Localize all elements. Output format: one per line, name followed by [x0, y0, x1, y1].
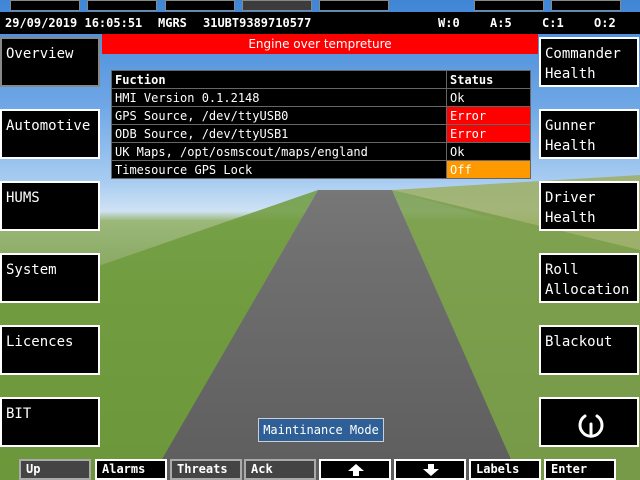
- table-row[interactable]: Timesource GPS Lock Off: [111, 160, 531, 179]
- key-blackout[interactable]: Blackout: [539, 325, 639, 375]
- top-tab-6[interactable]: [474, 0, 544, 11]
- top-tab-5[interactable]: [319, 0, 389, 11]
- o-count: O:2: [594, 16, 616, 30]
- top-tab-3[interactable]: [165, 0, 235, 11]
- key-licences[interactable]: Licences: [0, 325, 100, 375]
- key-automotive[interactable]: Automotive: [0, 109, 100, 159]
- c-count: C:1: [542, 16, 564, 30]
- key-alarms[interactable]: Alarms: [95, 459, 167, 480]
- grid-system: MGRS: [158, 16, 187, 30]
- status-cell: Error: [446, 124, 531, 143]
- key-power[interactable]: [539, 397, 639, 447]
- status-table: Fuction Status HMI Version 0.1.2148 Ok GPS…: [111, 70, 531, 179]
- key-hums[interactable]: HUMS: [0, 181, 100, 231]
- key-scroll-up[interactable]: [319, 459, 391, 480]
- status-bar: 29/09/2019 16:05:51 MGRS 31UBT9389710577…: [0, 12, 640, 34]
- table-row[interactable]: GPS Source, /dev/ttyUSB0 Error: [111, 106, 531, 125]
- key-scroll-down[interactable]: [394, 459, 466, 480]
- key-gunner-health[interactable]: Gunner Health: [539, 109, 639, 159]
- key-bit[interactable]: BIT: [0, 397, 100, 447]
- alarm-banner[interactable]: Engine over tempreture: [102, 34, 538, 54]
- status-cell: Off: [446, 160, 531, 179]
- table-row[interactable]: ODB Source, /dev/ttyUSB1 Error: [111, 124, 531, 143]
- top-tab-7[interactable]: [551, 0, 621, 11]
- key-ack[interactable]: Ack: [244, 459, 316, 480]
- table-header-row: Fuction Status: [111, 70, 531, 89]
- key-up[interactable]: Up: [19, 459, 91, 480]
- key-labels[interactable]: Labels: [469, 459, 541, 480]
- function-cell: Timesource GPS Lock: [111, 160, 447, 179]
- function-cell: GPS Source, /dev/ttyUSB0: [111, 106, 447, 125]
- grid-reference: 31UBT9389710577: [203, 16, 312, 30]
- function-cell: HMI Version 0.1.2148: [111, 88, 447, 107]
- key-commander-health[interactable]: Commander Health: [539, 37, 639, 87]
- table-row[interactable]: HMI Version 0.1.2148 Ok: [111, 88, 531, 107]
- key-enter[interactable]: Enter: [544, 459, 616, 480]
- key-driver-health[interactable]: Driver Health: [539, 181, 639, 231]
- arrow-up-icon: [348, 464, 364, 476]
- mode-indicator: Maintinance Mode: [258, 418, 384, 442]
- arrow-down-icon: [423, 464, 439, 476]
- power-icon: [578, 414, 604, 438]
- column-header-status: Status: [446, 70, 531, 89]
- a-count: A:5: [490, 16, 512, 30]
- function-cell: ODB Source, /dev/ttyUSB1: [111, 124, 447, 143]
- status-cell: Ok: [446, 88, 531, 107]
- top-tab-2[interactable]: [87, 0, 157, 11]
- top-tab-1[interactable]: [10, 0, 80, 11]
- key-threats[interactable]: Threats: [170, 459, 242, 480]
- top-tab-4[interactable]: [242, 0, 312, 11]
- key-roll-allocation[interactable]: Roll Allocation: [539, 253, 639, 303]
- w-count: W:0: [438, 16, 460, 30]
- table-row[interactable]: UK Maps, /opt/osmscout/maps/england Ok: [111, 142, 531, 161]
- key-overview[interactable]: Overview: [0, 37, 100, 87]
- status-cell: Error: [446, 106, 531, 125]
- function-cell: UK Maps, /opt/osmscout/maps/england: [111, 142, 447, 161]
- column-header-function: Fuction: [111, 70, 447, 89]
- key-system[interactable]: System: [0, 253, 100, 303]
- datetime: 29/09/2019 16:05:51: [5, 16, 143, 30]
- status-cell: Ok: [446, 142, 531, 161]
